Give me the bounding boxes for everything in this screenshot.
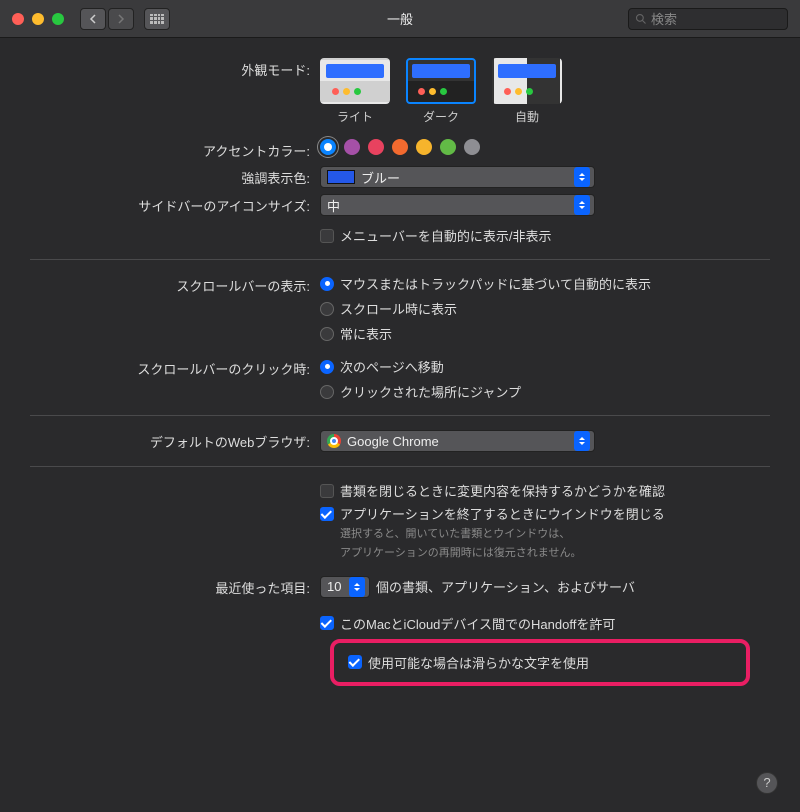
chevron-updown-icon bbox=[574, 195, 590, 215]
back-button[interactable] bbox=[80, 8, 106, 30]
search-input[interactable]: 検索 bbox=[628, 8, 788, 30]
accent-color-4[interactable] bbox=[416, 139, 432, 155]
accent-color-1[interactable] bbox=[344, 139, 360, 155]
forward-button[interactable] bbox=[108, 8, 134, 30]
recent-label: 最近使った項目: bbox=[30, 576, 320, 597]
close-window-button[interactable] bbox=[12, 13, 24, 25]
default-browser-select[interactable]: Google Chrome bbox=[320, 430, 595, 452]
search-placeholder: 検索 bbox=[651, 9, 677, 28]
scrollShow-radio-0[interactable] bbox=[320, 277, 334, 291]
chevron-updown-icon bbox=[349, 577, 365, 597]
highlight-label: 強調表示色: bbox=[30, 166, 320, 187]
accent-color-3[interactable] bbox=[392, 139, 408, 155]
accent-color-picker bbox=[320, 139, 770, 155]
accent-color-6[interactable] bbox=[464, 139, 480, 155]
menubar-autohide-checkbox[interactable] bbox=[320, 229, 334, 243]
accent-color-0[interactable] bbox=[320, 139, 336, 155]
handoff-checkbox[interactable] bbox=[320, 616, 334, 630]
window-controls bbox=[12, 13, 64, 25]
close-windows-hint1: 選択すると、開いていた書類とウインドウは、 bbox=[340, 527, 770, 542]
scrollClick-radio-1[interactable] bbox=[320, 385, 334, 399]
accent-label: アクセントカラー: bbox=[30, 139, 320, 160]
handoff-label: このMacとiCloudデバイス間でのHandoffを許可 bbox=[340, 614, 615, 633]
browser-label: デフォルトのWebブラウザ: bbox=[30, 430, 320, 451]
highlighted-section: 使用可能な場合は滑らかな文字を使用 bbox=[330, 639, 750, 686]
ask-changes-label: 書類を閉じるときに変更内容を保持するかどうかを確認 bbox=[340, 481, 665, 500]
highlight-color-select[interactable]: ブルー bbox=[320, 166, 595, 188]
minimize-window-button[interactable] bbox=[32, 13, 44, 25]
zoom-window-button[interactable] bbox=[52, 13, 64, 25]
chevron-updown-icon bbox=[574, 167, 590, 187]
accent-color-5[interactable] bbox=[440, 139, 456, 155]
scrollbar-click-label: スクロールバーのクリック時: bbox=[30, 357, 320, 378]
scrollShow-radio-1[interactable] bbox=[320, 302, 334, 316]
menubar-autohide-label: メニューバーを自動的に表示/非表示 bbox=[340, 226, 551, 245]
appearance-option-auto[interactable]: 自動 bbox=[492, 58, 562, 125]
scrollbar-show-label: スクロールバーの表示: bbox=[30, 274, 320, 295]
show-all-button[interactable] bbox=[144, 8, 170, 30]
grid-icon bbox=[150, 14, 164, 24]
font-smoothing-label: 使用可能な場合は滑らかな文字を使用 bbox=[368, 653, 589, 672]
sidebar-icon-label: サイドバーのアイコンサイズ: bbox=[30, 194, 320, 215]
chevron-updown-icon bbox=[574, 431, 590, 451]
recent-items-select[interactable]: 10 bbox=[320, 576, 370, 598]
sidebar-icon-size-select[interactable]: 中 bbox=[320, 194, 595, 216]
ask-changes-checkbox[interactable] bbox=[320, 484, 334, 498]
font-smoothing-checkbox[interactable] bbox=[348, 655, 362, 669]
scrollClick-radio-0[interactable] bbox=[320, 360, 334, 374]
appearance-option-dark[interactable]: ダーク bbox=[406, 58, 476, 125]
scrollShow-radio-2[interactable] bbox=[320, 327, 334, 341]
appearance-label: 外観モード: bbox=[30, 58, 320, 79]
close-windows-label: アプリケーションを終了するときにウインドウを閉じる bbox=[340, 504, 665, 523]
search-icon bbox=[635, 13, 647, 25]
appearance-options: ライトダーク自動 bbox=[320, 58, 770, 125]
appearance-option-light[interactable]: ライト bbox=[320, 58, 390, 125]
recent-suffix: 個の書類、アプリケーション、およびサーバ bbox=[376, 577, 635, 596]
chrome-icon bbox=[327, 434, 341, 448]
highlight-swatch bbox=[327, 170, 355, 184]
accent-color-2[interactable] bbox=[368, 139, 384, 155]
close-windows-hint2: アプリケーションの再開時には復元されません。 bbox=[340, 546, 770, 561]
close-windows-checkbox[interactable] bbox=[320, 507, 334, 521]
help-button[interactable]: ? bbox=[756, 772, 778, 794]
titlebar: 一般 検索 bbox=[0, 0, 800, 38]
